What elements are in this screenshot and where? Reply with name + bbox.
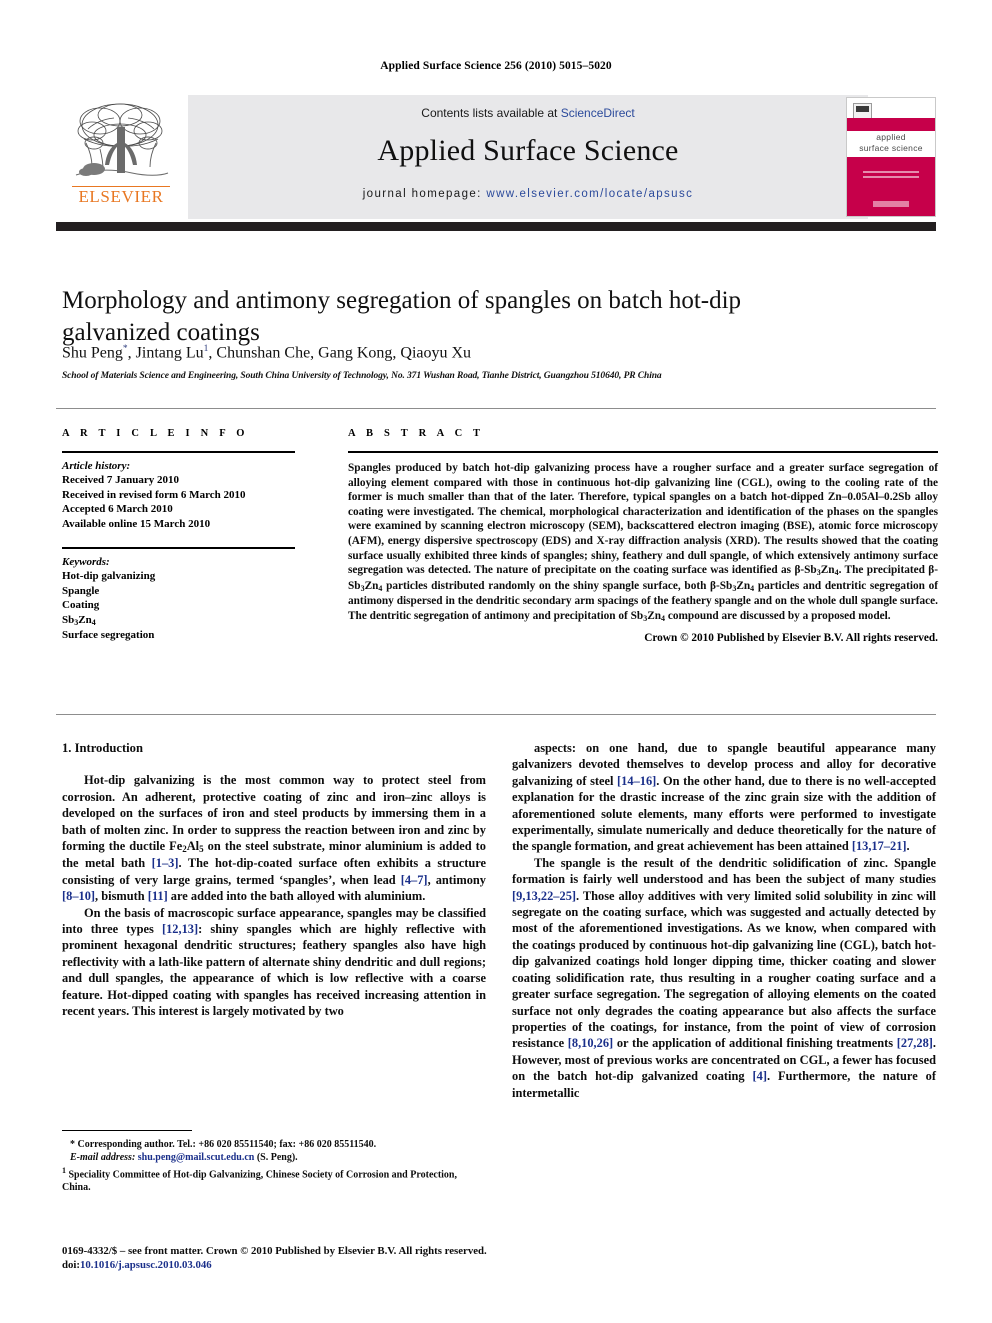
sciencedirect-link[interactable]: ScienceDirect — [561, 106, 635, 120]
article-history-list-0: Received 7 January 2010 — [62, 474, 180, 486]
running-head: Applied Surface Science 256 (2010) 5015–… — [380, 60, 612, 72]
doi-label: doi: — [62, 1259, 80, 1271]
journal-title: Applied Surface Science — [377, 134, 679, 167]
author-list: Shu Peng*, Jintang Lu1, Chunshan Che, Ga… — [62, 344, 472, 362]
affiliation-footnote: 1 Speciality Committee of Hot-dip Galvan… — [62, 1166, 457, 1194]
corresponding-author-note: * Corresponding author. Tel.: +86 020 85… — [70, 1139, 377, 1150]
article-page: Applied Surface Science 256 (2010) 5015–… — [0, 0, 992, 1323]
cover-detail-line — [863, 176, 919, 178]
affiliation: School of Materials Science and Engineer… — [62, 371, 662, 381]
email-link[interactable]: shu.peng@mail.scut.edu.cn — [138, 1152, 255, 1163]
cover-title-line2: surface science — [859, 142, 923, 153]
keywords-list-3: Sb3Zn4 — [62, 613, 96, 627]
elsevier-tree-icon — [75, 103, 169, 176]
doi-line: doi:10.1016/j.apsusc.2010.03.046 — [62, 1258, 662, 1272]
body-left-paragraphs: Hot-dip galvanizing is the most common w… — [62, 772, 486, 1019]
body-column-left: 1. Introduction Hot-dip galvanizing is t… — [62, 740, 486, 1020]
abstract-copyright: Crown © 2010 Published by Elsevier B.V. … — [644, 631, 938, 644]
journal-masthead: ELSEVIER Contents lists available at Sci… — [56, 95, 936, 223]
keywords-list: Hot-dip galvanizing Spangle Coating Sb3Zn4 S… — [62, 569, 297, 643]
email-note: E-mail address: shu.peng@mail.scut.edu.c… — [62, 1151, 486, 1164]
body-left-paragraphs-1: On the basis of macroscopic surface appe… — [62, 905, 487, 1019]
article-history-list: Received 7 January 2010 Received in revis… — [62, 473, 297, 531]
keywords-rule — [62, 547, 295, 549]
abstract-body: Spangles produced by batch hot-dip galva… — [348, 462, 938, 623]
masthead-rule — [56, 222, 936, 231]
article-history-list-3: Available online 15 March 2010 — [62, 517, 211, 530]
email-label: E-mail address: — [70, 1152, 136, 1163]
body-left-paragraphs-0: Hot-dip galvanizing is the most common w… — [62, 773, 486, 904]
keywords-list-1: Spangle — [62, 584, 100, 597]
keywords-list-4: Surface segregation — [62, 629, 155, 641]
journal-homepage-line: journal homepage: www.elsevier.com/locat… — [188, 188, 868, 200]
keywords-list-0: Hot-dip galvanizing — [62, 570, 156, 582]
journal-cover-thumbnail: applied surface science — [846, 97, 936, 217]
elsevier-wordmark: ELSEVIER — [78, 187, 164, 206]
keywords-label: Keywords: — [62, 556, 110, 568]
email-suffix: (S. Peng). — [256, 1152, 298, 1163]
contents-available-line: Contents lists available at ScienceDirec… — [188, 106, 868, 120]
contents-prefix: Contents lists available at — [421, 106, 561, 120]
article-info-column: A R T I C L E I N F O Article history: R… — [62, 428, 297, 643]
footnote-rule — [62, 1130, 192, 1131]
info-divider-top — [56, 408, 936, 409]
body-right-paragraphs-0: aspects: on one hand, due to spangle bea… — [512, 741, 936, 854]
footnotes-block: * Corresponding author. Tel.: +86 020 85… — [62, 1138, 486, 1194]
abstract-column: A B S T R A C T Spangles produced by bat… — [348, 428, 938, 644]
article-info-heading: A R T I C L E I N F O — [62, 428, 249, 439]
body-divider — [56, 714, 936, 715]
front-matter-line: 0169-4332/$ – see front matter. Crown © … — [62, 1245, 487, 1257]
elsevier-logo: ELSEVIER — [62, 97, 180, 215]
article-info-rule — [62, 451, 295, 453]
doi-link[interactable]: 10.1016/j.apsusc.2010.03.046 — [80, 1259, 212, 1271]
homepage-prefix: journal homepage: — [362, 188, 487, 200]
page-footer: 0169-4332/$ – see front matter. Crown © … — [62, 1244, 662, 1272]
cover-body-area — [847, 157, 935, 216]
abstract-rule — [348, 451, 938, 453]
body-right-paragraphs-1: The spangle is the result of the dendrit… — [512, 855, 937, 1100]
cover-title-text: applied surface science — [847, 132, 935, 153]
section-heading-introduction: 1. Introduction — [62, 741, 143, 755]
abstract-heading: A B S T R A C T — [348, 428, 485, 439]
cover-footer-mark — [873, 201, 909, 207]
article-history-list-2: Accepted 6 March 2010 — [62, 503, 173, 515]
cover-title-line1: applied — [876, 132, 906, 142]
article-history-list-1: Received in revised form 6 March 2010 — [62, 488, 246, 501]
article-history-label: Article history: — [62, 460, 131, 472]
cover-detail-line — [863, 171, 919, 173]
body-right-paragraphs: aspects: on one hand, due to spangle bea… — [512, 740, 936, 1101]
page-title: Morphology and antimony segregation of s… — [62, 286, 742, 346]
homepage-url-link[interactable]: www.elsevier.com/locate/apsusc — [486, 188, 693, 200]
keywords-list-2: Coating — [62, 599, 100, 611]
body-column-right: aspects: on one hand, due to spangle bea… — [512, 740, 936, 1101]
